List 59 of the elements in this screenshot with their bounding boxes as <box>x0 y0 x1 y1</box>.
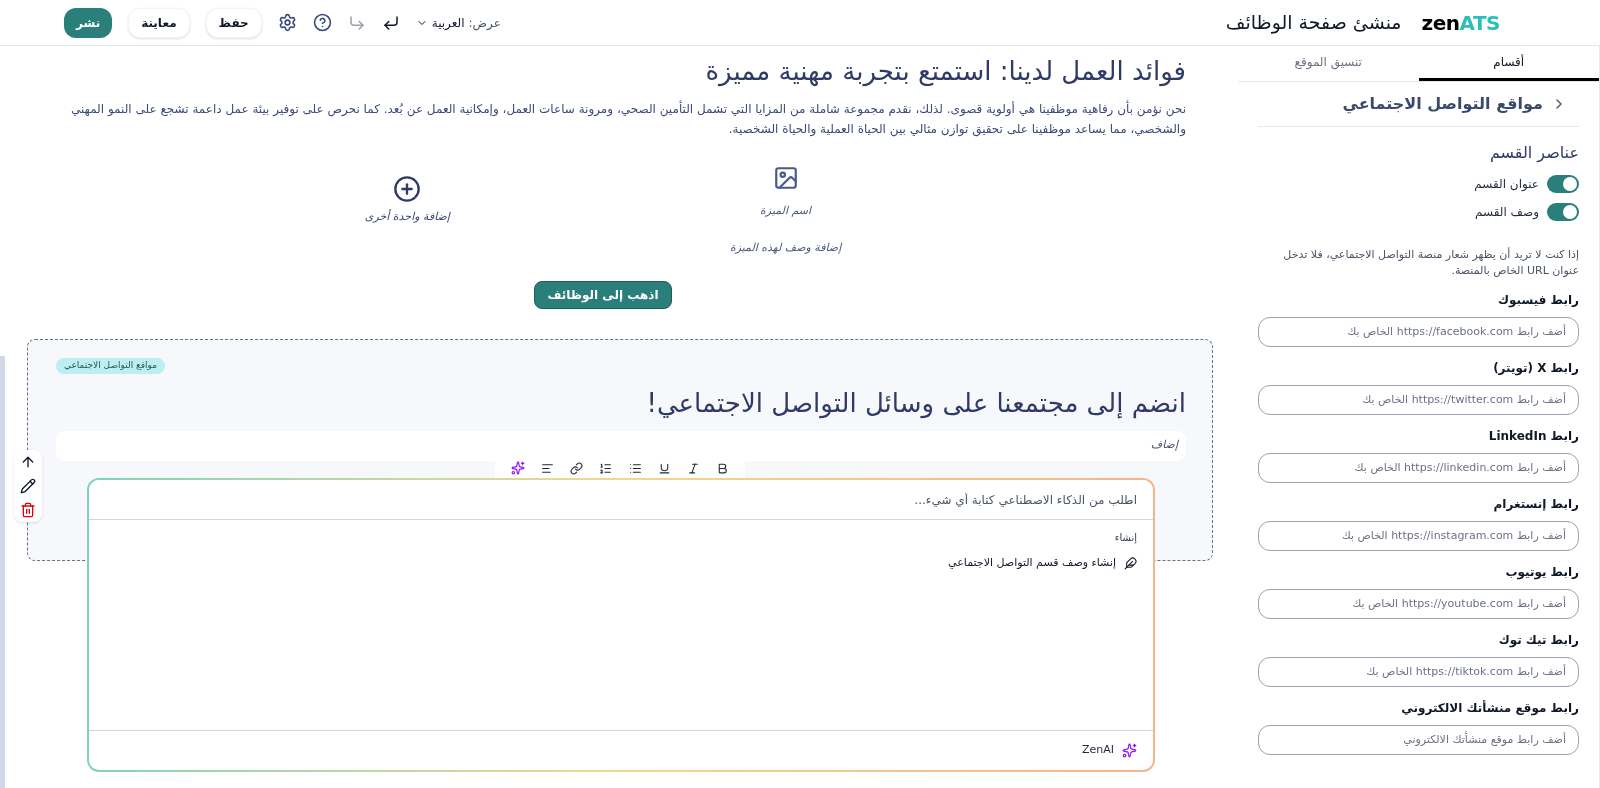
url-field[interactable]: أضف رابط موقع منشأتك الالكتروني <box>1258 725 1579 755</box>
ai-brand: ZenAI <box>1081 742 1114 759</box>
app-title: منشئ صفحة الوظائف <box>1225 10 1402 36</box>
image-icon[interactable] <box>772 165 799 191</box>
description-field[interactable]: إضاف <box>56 430 1186 461</box>
add-feature-button[interactable]: إضافة واحدة أخرى <box>364 175 450 226</box>
ordered-list-icon[interactable] <box>599 461 613 475</box>
suggestion-item[interactable]: إنشاء وصف قسم التواصل الاجتماعي <box>948 555 1137 572</box>
panel-title: مواقع التواصل الاجتماعي <box>1342 93 1543 116</box>
feather-icon <box>1124 556 1137 570</box>
section-heading: انضم إلى مجتمعنا على وسائل التواصل الاجتماعي! <box>645 386 1186 421</box>
url-field[interactable]: أضف رابط https://tiktok.com الخاص بك <box>1258 657 1579 687</box>
jobs-button[interactable]: اذهب إلى الوظائف <box>534 281 672 309</box>
url-field[interactable]: أضف رابط https://youtube.com الخاص بك <box>1258 589 1579 619</box>
move-up-icon[interactable] <box>20 454 36 470</box>
field-label: رابط LinkedIn <box>1487 428 1579 445</box>
redo-icon[interactable] <box>381 13 400 32</box>
url-field[interactable]: أضف رابط https://facebook.com الخاص بك <box>1258 317 1579 347</box>
section-heading: عناصر القسم <box>1488 142 1579 165</box>
logo: zenATS <box>1421 9 1500 37</box>
align-icon[interactable] <box>541 461 555 475</box>
field-label: رابط موقع منشأتك الالكتروني <box>1400 699 1579 717</box>
ai-sparkle-icon[interactable] <box>511 461 526 475</box>
url-field[interactable]: أضف رابط https://twitter.com الخاص بك <box>1258 385 1579 415</box>
feature-title: اسم الميزة <box>760 203 812 219</box>
field-label: رابط تيك توك <box>1497 632 1579 649</box>
help-note: إذا كنت لا تريد أن يظهر شعار منصة التواصل الاجتماعي، فلا تدخل عنوان URL الخاص بالمنصة. <box>1282 247 1579 279</box>
plus-circle-icon <box>393 175 422 203</box>
header-button[interactable]: معاينة <box>128 7 190 38</box>
edit-icon[interactable] <box>20 478 36 494</box>
bullet-list-icon[interactable] <box>628 461 642 475</box>
feature-description: إضافة وصف لهذه الميزة <box>729 239 842 256</box>
language-dropdown[interactable]: العربية <box>415 13 465 32</box>
url-field[interactable]: أضف رابط https://linkedin.com الخاص بك <box>1258 453 1579 483</box>
url-field[interactable]: أضف رابط https://instagram.com الخاص بك <box>1258 521 1579 551</box>
underline-icon[interactable] <box>657 461 671 475</box>
sidebar-tab[interactable]: تنسيق الموقع <box>1238 46 1419 81</box>
toggle-switch[interactable] <box>1547 203 1579 221</box>
sidebar-tab[interactable]: أقسام <box>1418 46 1599 81</box>
header-button[interactable]: نشر <box>64 7 113 38</box>
delete-icon[interactable] <box>20 502 36 518</box>
link-icon[interactable] <box>570 461 584 475</box>
field-label: رابط X (تويتر) <box>1492 360 1579 377</box>
section-heading: فوائد العمل لدينا: استمتع بتجربة مهنية مميزة <box>704 55 1186 89</box>
group-label: إنشاء <box>1113 531 1137 545</box>
field-label: رابط يوتيوب <box>1504 564 1579 581</box>
settings-icon[interactable] <box>277 13 297 32</box>
toggle-label: عنوان القسم <box>1474 176 1539 193</box>
view-label: عرض: <box>468 14 501 32</box>
ai-sparkle-icon <box>1122 743 1137 758</box>
italic-icon[interactable] <box>686 461 700 475</box>
field-label: رابط فيسبوك <box>1497 292 1579 309</box>
section-paragraph: نحن نؤمن بأن رفاهية موظفينا هي أولوية قصوى. لذلك، نقدم مجموعة شاملة من المزايا التي تشمل التأمين الصحي، ومرونة ساعات العمل، وإمكانية العمل عن بُعد. كما نحرص على توفير بيئة عمل داعمة تشجع على النمو المهني والشخصي، مما يساعد موظفينا على تحقيق توازن مثالي بين الحياة العملية والحياة الشخصية. <box>70 99 1186 139</box>
field-label: رابط إنستغرام <box>1492 496 1579 513</box>
toggle-switch[interactable] <box>1547 175 1579 193</box>
section-tag: مواقع التواصل الاجتماعي <box>56 358 166 374</box>
header-button[interactable]: حفظ <box>205 7 262 38</box>
toggle-label: وصف القسم <box>1475 204 1539 221</box>
help-icon[interactable] <box>312 13 332 32</box>
